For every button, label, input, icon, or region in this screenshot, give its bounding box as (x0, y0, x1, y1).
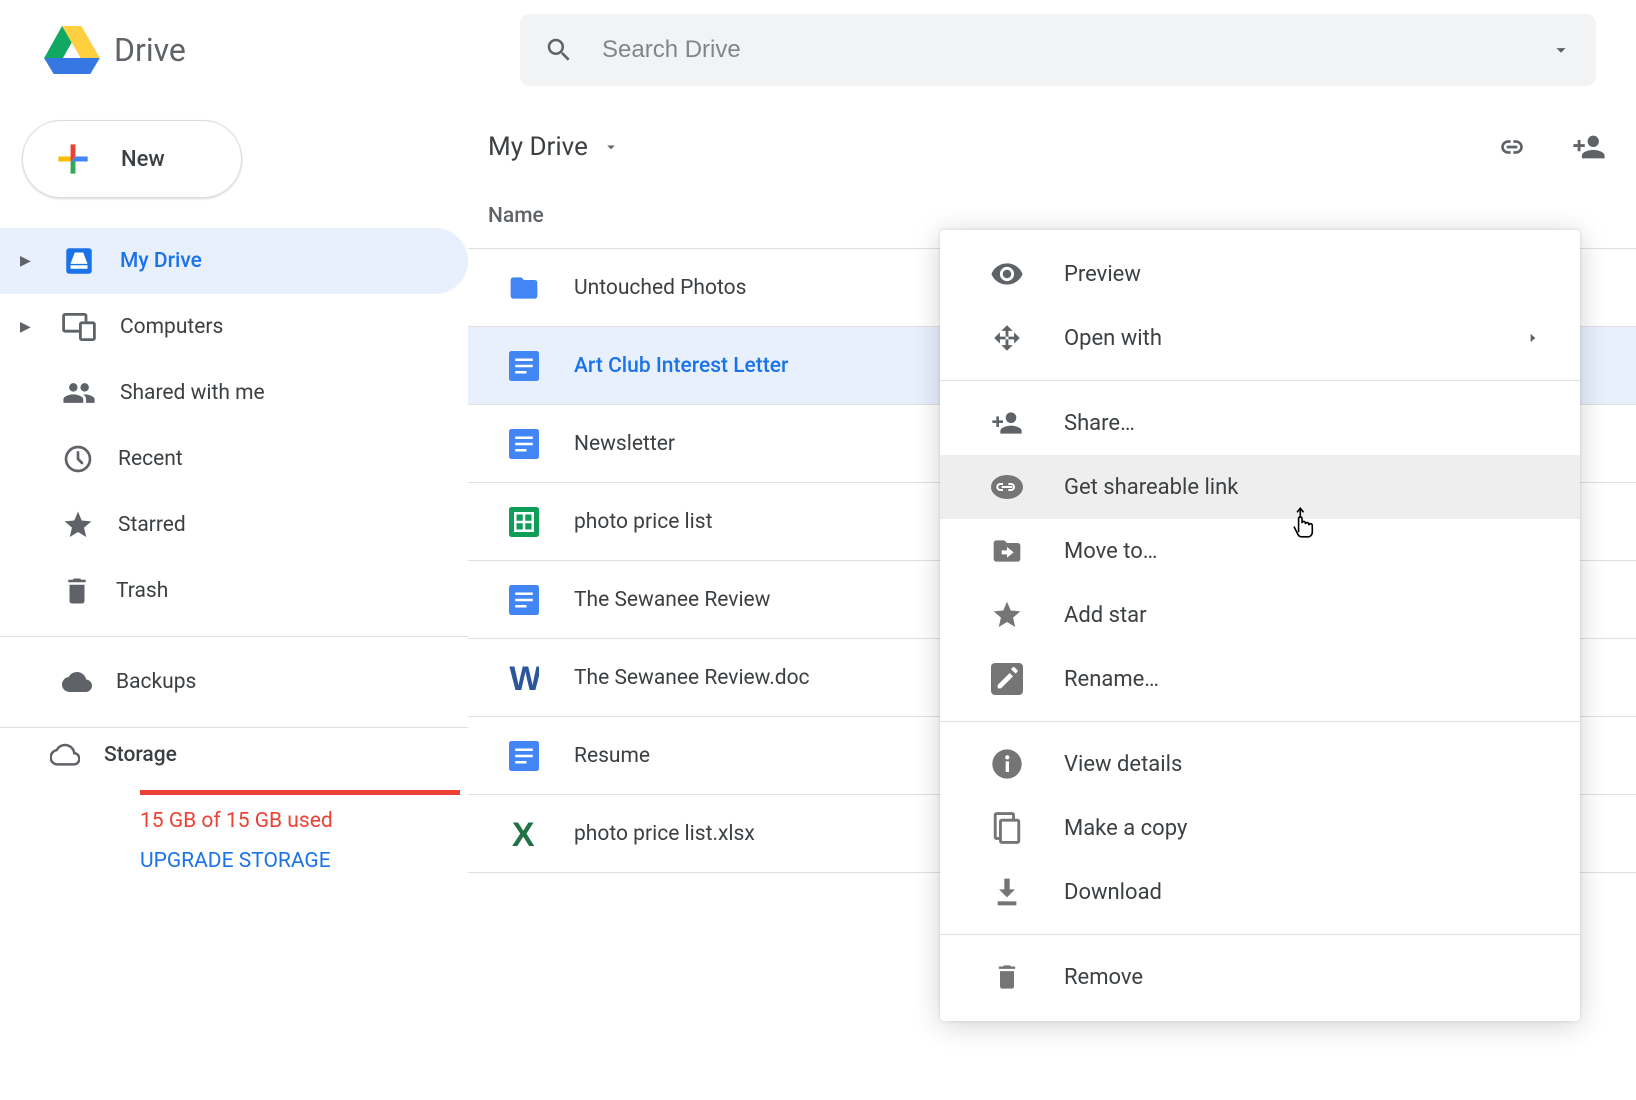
sidebar-item-label: Computers (120, 315, 223, 339)
dropdown-icon[interactable] (1550, 39, 1572, 61)
sidebar-item-backups[interactable]: Backups (0, 649, 468, 715)
computers-icon (62, 313, 96, 341)
sidebar-item-label: Starred (118, 513, 186, 537)
star-icon (990, 598, 1024, 632)
menu-item-label: Move to… (1064, 539, 1157, 564)
doc-icon (508, 428, 540, 460)
menu-item-label: Remove (1064, 965, 1143, 990)
file-name: Newsletter (574, 432, 675, 456)
menu-item-move-to[interactable]: Move to… (940, 519, 1580, 583)
menu-item-label: Share… (1064, 411, 1135, 436)
cloud-solid-icon (62, 667, 92, 697)
plus-icon (51, 137, 95, 181)
menu-item-rename[interactable]: Rename… (940, 647, 1580, 711)
menu-item-open-with[interactable]: Open with (940, 306, 1580, 370)
drive-logo[interactable]: Drive (20, 26, 420, 74)
download-icon (990, 875, 1024, 909)
drive-logo-icon (44, 26, 100, 74)
svg-text:X: X (512, 817, 535, 851)
menu-item-make-a-copy[interactable]: Make a copy (940, 796, 1580, 860)
expand-icon: ▶ (20, 319, 38, 335)
expand-icon: ▶ (20, 253, 38, 269)
cursor-pointer-icon (1288, 506, 1316, 538)
menu-item-share[interactable]: Share… (940, 391, 1580, 455)
sidebar: New ▶ My Drive▶ Computers Shared with me… (0, 100, 468, 1100)
menu-item-label: View details (1064, 752, 1182, 777)
excel-icon: X (508, 818, 540, 850)
copy-icon (990, 811, 1024, 845)
new-button-label: New (121, 147, 165, 172)
storage-used-text: 15 GB of 15 GB used (140, 809, 448, 833)
trash-icon (990, 960, 1024, 994)
sidebar-item-recent[interactable]: Recent (0, 426, 468, 492)
file-name: photo price list.xlsx (574, 822, 755, 846)
search-bar[interactable] (520, 14, 1596, 86)
add-person-icon[interactable] (1572, 130, 1606, 164)
shared-icon (62, 376, 96, 410)
file-name: Untouched Photos (574, 276, 746, 300)
sidebar-item-shared-with-me[interactable]: Shared with me (0, 360, 468, 426)
sidebar-item-label: My Drive (120, 249, 202, 273)
menu-item-label: Download (1064, 880, 1162, 905)
sidebar-item-my-drive[interactable]: ▶ My Drive (0, 228, 468, 294)
openwith-icon (990, 321, 1024, 355)
rename-icon (990, 662, 1024, 696)
link-icon[interactable] (1496, 131, 1528, 163)
cloud-outline-icon (50, 740, 80, 770)
doc-icon (508, 740, 540, 772)
file-name: The Sewanee Review.doc (574, 666, 810, 690)
new-button[interactable]: New (22, 120, 242, 198)
search-input[interactable] (602, 36, 1522, 64)
context-menu: Preview Open with Share… Get shareable l… (940, 230, 1580, 1021)
doc-icon (508, 350, 540, 382)
menu-item-label: Open with (1064, 326, 1162, 351)
chevron-right-icon (1526, 328, 1540, 348)
menu-item-label: Add star (1064, 603, 1147, 628)
trash-icon (62, 574, 92, 608)
file-name: The Sewanee Review (574, 588, 770, 612)
info-icon (990, 747, 1024, 781)
sheet-icon (508, 506, 540, 538)
sidebar-item-storage[interactable]: Storage (50, 740, 448, 770)
share-icon (990, 406, 1024, 440)
file-name: photo price list (574, 510, 712, 534)
sidebar-item-label: Trash (116, 579, 168, 603)
app-name: Drive (114, 31, 186, 69)
recent-icon (62, 443, 94, 475)
menu-item-label: Make a copy (1064, 816, 1187, 841)
file-name: Resume (574, 744, 650, 768)
sidebar-item-label: Recent (118, 447, 183, 471)
menu-item-get-shareable-link[interactable]: Get shareable link (940, 455, 1580, 519)
moveto-icon (990, 534, 1024, 568)
breadcrumb[interactable]: My Drive (488, 132, 620, 162)
menu-item-remove[interactable]: Remove (940, 945, 1580, 1009)
storage-label: Storage (104, 743, 177, 767)
upgrade-storage-link[interactable]: UPGRADE STORAGE (140, 849, 448, 873)
word-icon: W (508, 662, 540, 694)
star-icon (62, 509, 94, 541)
menu-item-view-details[interactable]: View details (940, 732, 1580, 796)
menu-item-preview[interactable]: Preview (940, 242, 1580, 306)
folder-icon (508, 272, 540, 304)
storage-progress-bar (140, 790, 460, 795)
svg-text:W: W (509, 661, 539, 695)
preview-icon (990, 257, 1024, 291)
menu-item-add-star[interactable]: Add star (940, 583, 1580, 647)
sidebar-item-label: Shared with me (120, 381, 265, 405)
breadcrumb-title: My Drive (488, 132, 588, 162)
sidebar-item-label: Backups (116, 670, 196, 694)
file-name: Art Club Interest Letter (574, 354, 788, 378)
sidebar-item-starred[interactable]: Starred (0, 492, 468, 558)
menu-item-download[interactable]: Download (940, 860, 1580, 924)
link-icon (990, 470, 1024, 504)
search-icon (544, 35, 574, 65)
sidebar-item-computers[interactable]: ▶ Computers (0, 294, 468, 360)
doc-icon (508, 584, 540, 616)
sidebar-item-trash[interactable]: Trash (0, 558, 468, 624)
chevron-down-icon (602, 138, 620, 156)
menu-item-label: Rename… (1064, 667, 1159, 692)
drive-icon (62, 244, 96, 278)
menu-item-label: Preview (1064, 262, 1141, 287)
menu-item-label: Get shareable link (1064, 475, 1238, 500)
